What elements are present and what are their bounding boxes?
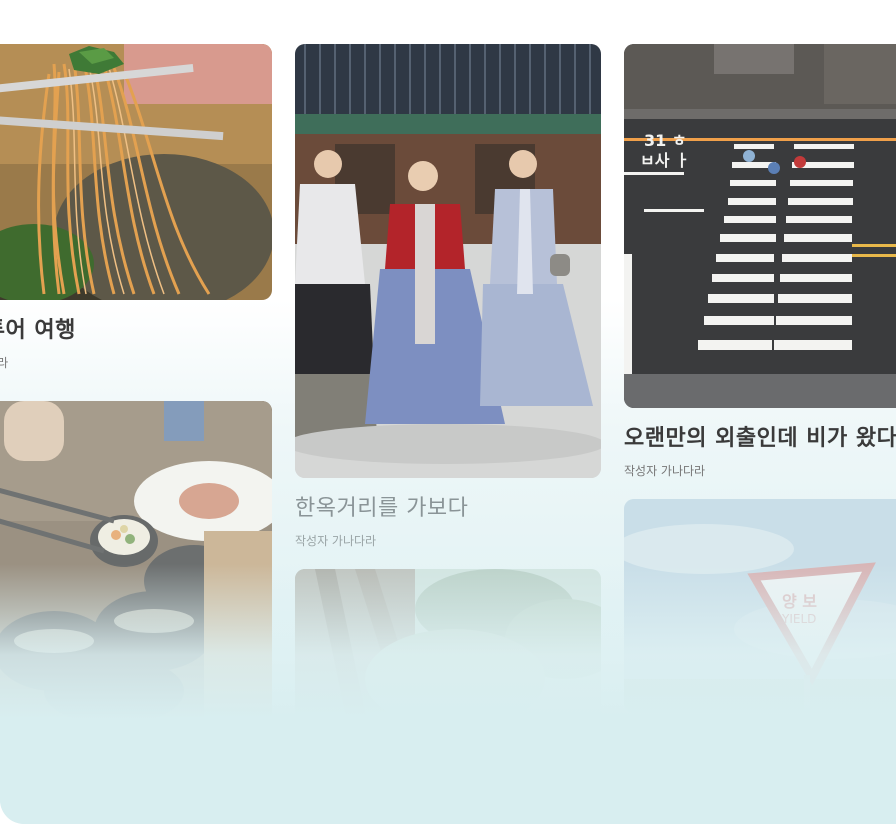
post-thumbnail-kimbap[interactable]: [0, 401, 272, 733]
road-marking-text-2: ㅂ사 ㅏ: [640, 151, 690, 170]
post-title[interactable]: 티투어 여행: [0, 312, 272, 344]
post-thumbnail-noodle[interactable]: [0, 44, 272, 300]
hanbok-photo: [295, 44, 601, 478]
post-card-noodle[interactable]: 티투어 여행 가나다라: [0, 44, 272, 371]
post-thumbnail-yield[interactable]: 양 보 YIELD: [624, 499, 896, 713]
yield-sign-english: YIELD: [781, 612, 816, 626]
forest-photo: [295, 569, 601, 759]
gallery-column-3: 31 ㅎ ㅂ사 ㅏ 오랜만의 외출인데 비가 왔다. 작성자 가나다라 양 보 …: [624, 44, 896, 777]
post-thumbnail-forest[interactable]: [295, 569, 601, 759]
post-thumbnail-crosswalk[interactable]: 31 ㅎ ㅂ사 ㅏ: [624, 44, 896, 408]
road-marking-text: 31 ㅎ: [644, 131, 687, 150]
post-card-crosswalk[interactable]: 31 ㅎ ㅂ사 ㅏ 오랜만의 외출인데 비가 왔다. 작성자 가나다라: [624, 44, 896, 479]
noodle-photo: [0, 44, 272, 300]
post-card-yield[interactable]: 양 보 YIELD 마니투어 여행: [624, 499, 896, 757]
post-title[interactable]: 오랜만의 외출인데 비가 왔다.: [624, 420, 896, 452]
post-thumbnail-hanbok[interactable]: [295, 44, 601, 478]
post-card-kimbap[interactable]: [0, 401, 272, 733]
crosswalk-photo: 31 ㅎ ㅂ사 ㅏ: [624, 44, 896, 408]
gallery-column-1: 티투어 여행 가나다라: [0, 44, 272, 753]
post-author: 작성자 가나다라: [295, 534, 377, 548]
yield-sign-korean: 양 보: [782, 592, 817, 611]
yield-sign-photo: 양 보 YIELD: [624, 499, 896, 713]
kimbap-photo: [0, 401, 272, 733]
gallery-column-2: 한옥거리를 가보다 작성자 가나다라: [295, 44, 601, 779]
post-author: 가나다라: [0, 356, 9, 370]
gallery-panel: 티투어 여행 가나다라: [0, 0, 896, 824]
post-title-faded[interactable]: 마니투어 여행: [624, 725, 896, 757]
post-card-forest[interactable]: [295, 569, 601, 759]
post-card-hanbok[interactable]: 한옥거리를 가보다 작성자 가나다라: [295, 44, 601, 549]
post-author: 작성자 가나다라: [624, 464, 706, 478]
post-title[interactable]: 한옥거리를 가보다: [295, 490, 601, 522]
